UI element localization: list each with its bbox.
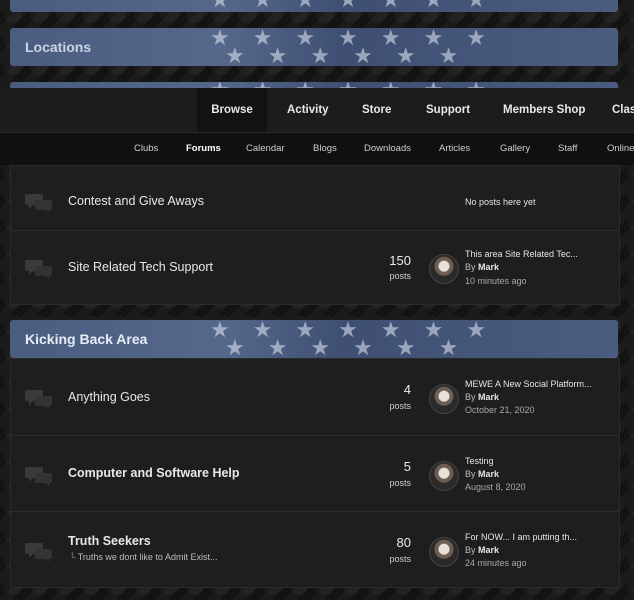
last-post-title[interactable]: For NOW... I am putting th... <box>465 532 615 542</box>
chat-bubbles-icon <box>25 543 52 562</box>
last-post-author: By Mark <box>465 392 499 402</box>
posts-label: posts <box>389 271 411 281</box>
subnav-online[interactable]: Online <box>607 133 634 165</box>
category-title[interactable]: Kicking Back Area <box>25 331 147 347</box>
tab-browse[interactable]: Browse <box>197 88 267 132</box>
category-header-kicking-back[interactable]: ★ ★ ★ ★ ★ ★ ★ ★ ★ ★ ★ ★ ★ Kicking Back A… <box>10 320 618 358</box>
category-title[interactable]: Locations <box>25 39 91 55</box>
by-prefix: By <box>465 469 476 479</box>
user-avatar[interactable] <box>429 537 459 567</box>
chat-bubbles-icon <box>25 260 52 279</box>
subnav-articles[interactable]: Articles <box>439 133 470 165</box>
last-post-title[interactable]: MEWE A New Social Platform... <box>465 379 615 389</box>
author-link[interactable]: Mark <box>478 545 499 555</box>
sub-navigation: Clubs Forums Calendar Blogs Downloads Ar… <box>0 133 634 165</box>
forum-title[interactable]: Anything Goes <box>68 390 150 404</box>
subnav-downloads[interactable]: Downloads <box>364 133 411 165</box>
forum-row[interactable]: Computer and Software Help 5 posts Testi… <box>11 435 619 512</box>
subforum-link[interactable]: └ Truths we dont like to Admit Exist... <box>69 552 217 562</box>
last-post-author: By Mark <box>465 262 499 272</box>
forum-row[interactable]: Site Related Tech Support 150 posts This… <box>11 230 619 305</box>
chat-bubbles-icon <box>25 390 52 409</box>
subnav-clubs[interactable]: Clubs <box>134 133 158 165</box>
forum-panel-kicking-back: Anything Goes 4 posts MEWE A New Social … <box>10 358 620 588</box>
author-link[interactable]: Mark <box>478 392 499 402</box>
post-count: 4 <box>403 382 411 397</box>
forum-title[interactable]: Site Related Tech Support <box>68 260 213 274</box>
user-avatar[interactable] <box>429 384 459 414</box>
tab-activity[interactable]: Activity <box>287 88 329 132</box>
subforum-title[interactable]: Truths we dont like to Admit Exist... <box>78 552 218 562</box>
forum-row[interactable]: Contest and Give Aways No posts here yet <box>11 166 619 230</box>
subnav-staff[interactable]: Staff <box>558 133 577 165</box>
last-post-time: August 8, 2020 <box>465 482 526 492</box>
last-post-time: 24 minutes ago <box>465 558 527 568</box>
posts-label: posts <box>389 401 411 411</box>
subnav-gallery[interactable]: Gallery <box>500 133 530 165</box>
author-link[interactable]: Mark <box>478 469 499 479</box>
subforum-arrow-icon: └ <box>69 552 76 562</box>
by-prefix: By <box>465 392 476 402</box>
tab-store[interactable]: Store <box>362 88 391 132</box>
post-count: 80 <box>396 535 411 550</box>
forum-title[interactable]: Truth Seekers <box>68 534 151 548</box>
chat-bubbles-icon <box>25 467 52 486</box>
user-avatar[interactable] <box>429 461 459 491</box>
post-count: 150 <box>389 253 411 268</box>
category-header-partial: ★ ★ ★ ★ ★ ★ ★ <box>10 0 618 12</box>
main-navigation: Browse Activity Store Support Members Sh… <box>0 88 634 133</box>
post-count: 5 <box>403 459 411 474</box>
category-header-locations[interactable]: ★ ★ ★ ★ ★ ★ ★ ★ ★ ★ ★ ★ ★ Locations <box>10 28 618 66</box>
by-prefix: By <box>465 545 476 555</box>
forum-panel-top: Contest and Give Aways No posts here yet… <box>10 165 620 305</box>
subnav-forums[interactable]: Forums <box>186 133 221 165</box>
tab-members-shop[interactable]: Members Shop <box>503 88 585 132</box>
last-post-time: October 21, 2020 <box>465 405 535 415</box>
stars-decoration: ★ ★ ★ ★ ★ ★ ★ ★ ★ ★ ★ ★ ★ <box>210 28 495 66</box>
tab-classifieds[interactable]: Clas <box>612 88 634 132</box>
posts-label: posts <box>389 554 411 564</box>
last-post-title[interactable]: Testing <box>465 456 615 466</box>
last-post-author: By Mark <box>465 545 499 555</box>
forum-row[interactable]: Anything Goes 4 posts MEWE A New Social … <box>11 359 619 435</box>
stars-decoration: ★ ★ ★ ★ ★ ★ ★ <box>10 0 618 12</box>
last-post-author: By Mark <box>465 469 499 479</box>
tab-support[interactable]: Support <box>426 88 470 132</box>
forum-title[interactable]: Contest and Give Aways <box>68 194 204 208</box>
forum-title[interactable]: Computer and Software Help <box>68 466 240 480</box>
chat-bubbles-icon <box>25 194 52 213</box>
last-post-title[interactable]: This area Site Related Tec... <box>465 249 615 259</box>
by-prefix: By <box>465 262 476 272</box>
subnav-blogs[interactable]: Blogs <box>313 133 337 165</box>
user-avatar[interactable] <box>429 254 459 284</box>
subnav-calendar[interactable]: Calendar <box>246 133 285 165</box>
author-link[interactable]: Mark <box>478 262 499 272</box>
no-posts-text: No posts here yet <box>465 197 536 207</box>
last-post-time: 10 minutes ago <box>465 276 527 286</box>
forum-row[interactable]: Truth Seekers └ Truths we dont like to A… <box>11 511 619 588</box>
posts-label: posts <box>389 478 411 488</box>
